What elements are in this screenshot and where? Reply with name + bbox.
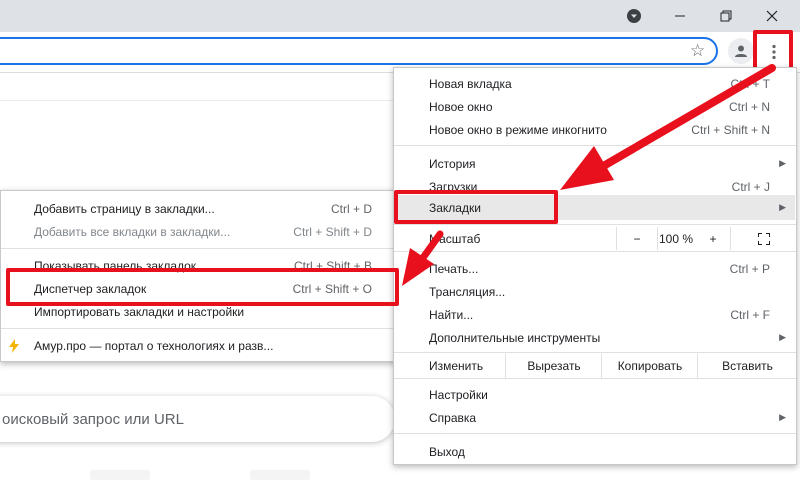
menu-separator [394,224,796,225]
menu-separator [394,145,796,146]
submenu-item-label: Добавить все вкладки в закладки... [34,225,231,239]
menu-item-shortcut: Ctrl + J [731,179,770,194]
menu-item-new-tab[interactable]: Новая вкладка Ctrl + T [394,72,796,95]
submenu-item-add-bookmark[interactable]: Добавить страницу в закладки... Ctrl + D [1,198,396,221]
chrome-main-menu: Новая вкладка Ctrl + T Новое окно Ctrl +… [393,67,797,465]
search-placeholder: оисковый запрос или URL [2,411,184,428]
menu-item-shortcut: Ctrl + N [728,99,770,114]
chevron-right-icon: ▶ [779,158,786,168]
menu-item-print[interactable]: Печать... Ctrl + P [394,257,796,280]
menu-item-label: Трансляция... [429,284,506,299]
menu-item-incognito[interactable]: Новое окно в режиме инкогнито Ctrl + Shi… [394,118,796,141]
lightning-bolt-icon [8,339,20,356]
menu-item-find[interactable]: Найти... Ctrl + F [394,303,796,326]
bookmarks-callout [394,190,558,224]
chevron-right-icon: ▶ [779,332,786,342]
shortcut-tile[interactable] [250,470,310,480]
menu-item-label: Изменить [429,359,484,373]
chevron-right-icon: ▶ [779,412,786,422]
menu-separator [394,433,796,434]
menu-item-cast[interactable]: Трансляция... [394,280,796,303]
menu-item-help[interactable]: Справка ▶ [394,406,796,429]
address-bar[interactable] [0,37,718,65]
menu-separator [394,378,796,379]
account-icon[interactable] [728,38,754,64]
menu-item-settings[interactable]: Настройки [394,383,796,406]
profile-dropdown-icon[interactable] [611,0,657,32]
submenu-item-bookmark-link[interactable]: Амур.про — портал о технологиях и разв..… [1,335,396,358]
shortcut-tile[interactable] [90,470,150,480]
menu-item-label: Выход [429,444,465,459]
menu-item-new-window[interactable]: Новое окно Ctrl + N [394,95,796,118]
page-divider [0,100,395,101]
submenu-item-label: Амур.про — портал о технологиях и разв..… [34,339,274,353]
menu-item-label: Новое окно [429,99,493,114]
menu-item-shortcut: Ctrl + F [730,307,770,322]
menu-item-label: Печать... [429,261,479,276]
menu-item-more-tools[interactable]: Дополнительные инструменты ▶ [394,326,796,349]
zoom-in-button[interactable]: + [696,227,730,250]
chevron-right-icon: ▶ [779,202,786,212]
submenu-item-shortcut: Ctrl + D [330,202,372,216]
menu-button-callout [753,30,793,72]
submenu-item-shortcut: Ctrl + Shift + D [293,225,372,239]
menu-item-exit[interactable]: Выход [394,440,796,463]
bookmark-manager-callout [6,268,399,306]
menu-item-shortcut: Ctrl + P [729,261,770,276]
fullscreen-icon[interactable] [730,227,797,250]
paste-button[interactable]: Вставить [697,354,797,378]
submenu-item-label: Добавить страницу в закладки... [34,202,215,216]
star-icon[interactable]: ☆ [690,42,705,60]
zoom-level: 100 % [658,231,694,246]
minimize-icon[interactable] [657,0,703,32]
menu-item-zoom: Масштаб − 100 % + [394,227,796,250]
menu-edit-row: Изменить Вырезать Копировать Вставить [394,354,796,378]
menu-item-label: Справка [429,410,477,425]
menu-item-label: История [429,156,476,171]
menu-item-history[interactable]: История ▶ [394,152,796,175]
submenu-separator [1,248,396,249]
menu-item-label: Настройки [429,387,488,402]
submenu-item-label: Импортировать закладки и настройки [34,305,245,319]
window-titlebar [0,0,800,32]
cut-button[interactable]: Вырезать [505,354,602,378]
menu-separator [394,251,796,252]
menu-item-label: Дополнительные инструменты [429,330,601,345]
restore-icon[interactable] [703,0,749,32]
zoom-out-button[interactable]: − [616,227,658,250]
copy-button[interactable]: Копировать [601,354,698,378]
menu-item-shortcut: Ctrl + T [730,76,770,91]
menu-item-label: Масштаб [429,231,481,246]
menu-separator [394,352,796,353]
close-icon[interactable] [749,0,795,32]
menu-item-label: Новое окно в режиме инкогнито [429,122,607,137]
menu-item-label: Новая вкладка [429,76,512,91]
menu-item-shortcut: Ctrl + Shift + N [691,122,770,137]
menu-item-label: Найти... [429,307,474,322]
submenu-separator [1,328,396,329]
submenu-item-bookmark-all-tabs[interactable]: Добавить все вкладки в закладки... Ctrl … [1,221,396,244]
